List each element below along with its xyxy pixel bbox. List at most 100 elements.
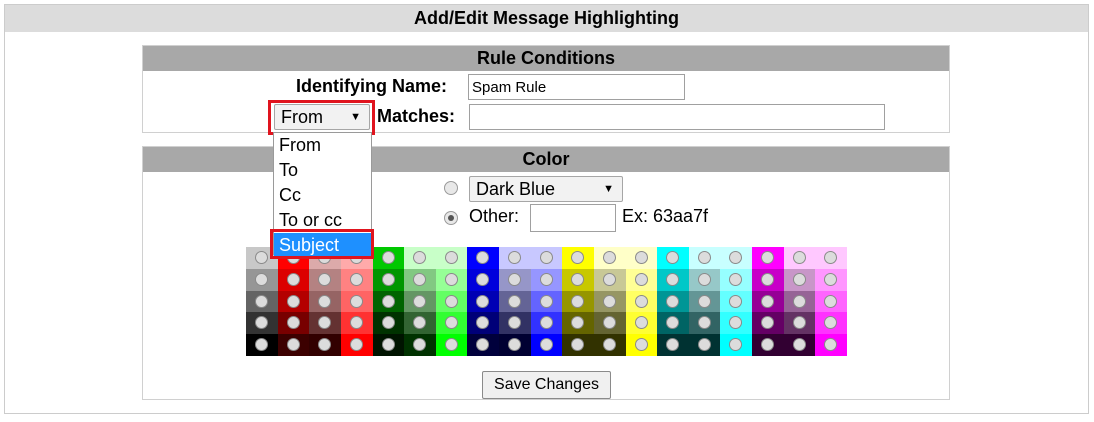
color-swatch[interactable] [246,268,278,291]
color-swatch[interactable] [435,334,468,357]
color-swatch[interactable] [467,268,500,291]
color-swatch[interactable] [752,247,785,269]
matches-input[interactable] [469,104,885,130]
color-swatch[interactable] [435,268,468,291]
color-swatch[interactable] [783,334,816,357]
color-swatch[interactable] [657,290,690,313]
color-swatch[interactable] [783,312,816,335]
color-swatch[interactable] [530,334,563,357]
preset-color-radio[interactable] [444,181,458,195]
color-swatch[interactable] [435,290,468,313]
other-color-input[interactable] [530,204,616,232]
color-swatch[interactable] [404,334,437,357]
color-swatch[interactable] [688,290,721,313]
color-swatch[interactable] [720,290,753,313]
color-swatch[interactable] [340,334,373,357]
color-swatch[interactable] [625,334,658,357]
color-swatch[interactable] [530,268,563,291]
color-swatch[interactable] [309,334,342,357]
preset-color-select[interactable]: Dark Blue ▼ [469,176,623,202]
color-swatch[interactable] [372,334,405,357]
color-swatch[interactable] [815,334,848,357]
color-swatch[interactable] [467,247,500,269]
color-swatch[interactable] [783,247,816,269]
color-swatch[interactable] [372,247,405,269]
identifying-name-input[interactable] [468,74,685,100]
color-swatch[interactable] [404,290,437,313]
color-swatch[interactable] [340,290,373,313]
color-swatch[interactable] [404,268,437,291]
color-swatch[interactable] [277,268,310,291]
color-swatch[interactable] [657,247,690,269]
color-swatch[interactable] [593,268,626,291]
color-swatch[interactable] [752,312,785,335]
color-swatch[interactable] [372,312,405,335]
color-swatch[interactable] [372,268,405,291]
color-swatch[interactable] [562,290,595,313]
color-swatch[interactable] [530,290,563,313]
color-swatch[interactable] [625,312,658,335]
color-swatch[interactable] [593,290,626,313]
color-swatch[interactable] [435,312,468,335]
color-swatch[interactable] [593,247,626,269]
color-swatch[interactable] [562,312,595,335]
color-swatch[interactable] [246,334,278,357]
color-swatch[interactable] [499,312,532,335]
color-swatch[interactable] [593,334,626,357]
color-swatch[interactable] [277,334,310,357]
color-swatch[interactable] [562,268,595,291]
color-swatch[interactable] [246,290,278,313]
color-swatch[interactable] [752,334,785,357]
color-swatch[interactable] [720,268,753,291]
color-swatch[interactable] [309,268,342,291]
color-swatch[interactable] [404,312,437,335]
color-swatch[interactable] [815,268,848,291]
color-swatch[interactable] [688,312,721,335]
color-swatch[interactable] [372,290,405,313]
color-swatch[interactable] [657,268,690,291]
color-swatch[interactable] [625,247,658,269]
color-swatch[interactable] [499,290,532,313]
color-swatch[interactable] [530,312,563,335]
color-swatch[interactable] [783,290,816,313]
color-swatch[interactable] [688,334,721,357]
color-swatch[interactable] [309,290,342,313]
color-swatch[interactable] [815,312,848,335]
color-swatch[interactable] [499,247,532,269]
dropdown-option-to[interactable]: To [274,158,371,183]
color-swatch[interactable] [752,290,785,313]
color-swatch[interactable] [467,334,500,357]
color-swatch[interactable] [720,334,753,357]
color-swatch[interactable] [657,312,690,335]
color-swatch[interactable] [593,312,626,335]
color-swatch[interactable] [815,290,848,313]
color-swatch[interactable] [625,268,658,291]
color-swatch[interactable] [340,312,373,335]
color-swatch[interactable] [657,334,690,357]
color-swatch[interactable] [562,247,595,269]
color-swatch[interactable] [720,247,753,269]
color-swatch[interactable] [467,290,500,313]
color-swatch[interactable] [815,247,848,269]
color-swatch[interactable] [783,268,816,291]
color-swatch[interactable] [499,268,532,291]
color-swatch[interactable] [309,312,342,335]
color-swatch[interactable] [277,312,310,335]
color-swatch[interactable] [499,334,532,357]
color-swatch[interactable] [625,290,658,313]
color-swatch[interactable] [530,247,563,269]
color-swatch[interactable] [720,312,753,335]
color-swatch[interactable] [467,312,500,335]
color-swatch[interactable] [340,268,373,291]
color-swatch[interactable] [688,268,721,291]
other-color-radio[interactable] [444,211,458,225]
save-changes-button[interactable]: Save Changes [482,371,611,399]
color-swatch[interactable] [752,268,785,291]
color-swatch[interactable] [277,290,310,313]
dropdown-option-cc[interactable]: Cc [274,183,371,208]
color-swatch[interactable] [435,247,468,269]
color-swatch[interactable] [562,334,595,357]
color-swatch[interactable] [688,247,721,269]
color-swatch[interactable] [246,312,278,335]
dropdown-option-from[interactable]: From [274,133,371,158]
